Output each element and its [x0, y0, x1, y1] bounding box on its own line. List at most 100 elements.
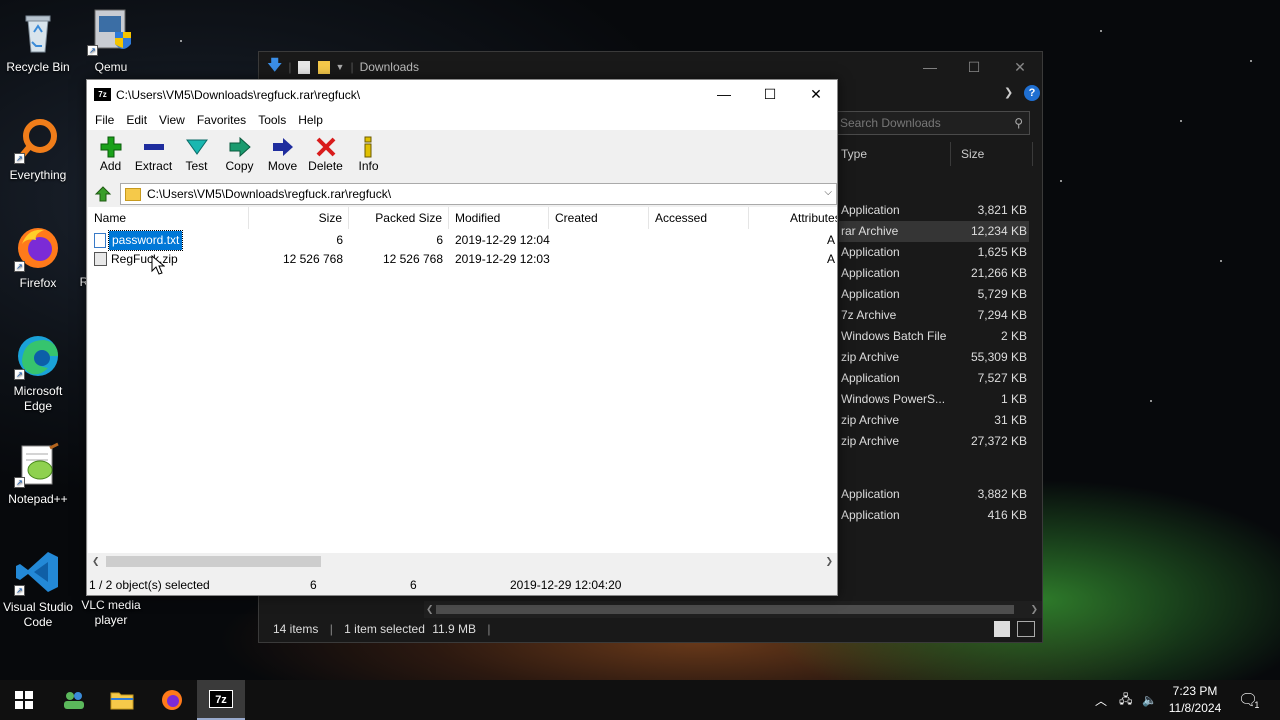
new-folder-icon[interactable]	[317, 60, 330, 74]
volume-muted-icon[interactable]: 🔈	[1142, 693, 1157, 707]
close-button[interactable]: ✕	[997, 52, 1043, 82]
explorer-file-row[interactable]: Application 21,266 KB	[839, 263, 1029, 284]
taskbar-clock[interactable]: 7:23 PM 11/8/2024	[1160, 683, 1230, 717]
desktop-icon-label: Qemu	[94, 60, 128, 74]
column-header-attributes[interactable]: Attributes	[784, 207, 837, 229]
column-header-type[interactable]: Type	[841, 142, 951, 166]
column-header-size[interactable]: Size	[961, 142, 1033, 166]
menu-favorites[interactable]: Favorites	[191, 113, 252, 127]
add-plus-icon	[89, 135, 132, 159]
taskbar-file-explorer[interactable]	[98, 680, 146, 720]
help-question-icon[interactable]: ?	[1024, 85, 1040, 101]
column-header-modified[interactable]: Modified	[449, 207, 549, 229]
maximize-button[interactable]: ☐	[747, 80, 793, 109]
explorer-file-row[interactable]: Application 7,527 KB	[839, 368, 1029, 389]
taskbar-7zip[interactable]: 7z	[197, 680, 245, 720]
desktop-icon-recycle-bin[interactable]: Recycle Bin	[0, 8, 76, 75]
scroll-left-arrow-icon[interactable]: ❮	[92, 553, 100, 570]
horizontal-scrollbar[interactable]: ❮ ❯	[88, 553, 837, 570]
desktop-icon-edge[interactable]: ↗ Microsoft Edge	[0, 332, 76, 414]
file-type: zip Archive	[841, 413, 900, 427]
copy-button[interactable]: Copy	[218, 130, 261, 181]
menu-file[interactable]: File	[89, 113, 120, 127]
minimize-button[interactable]: —	[701, 80, 747, 109]
desktop-icon-vlc[interactable]: VLC media player	[73, 598, 149, 628]
network-icon[interactable]: 🖧	[1119, 690, 1132, 711]
minimize-button[interactable]: —	[907, 52, 953, 82]
file-list[interactable]: Name Size Packed Size Modified Created A…	[88, 207, 837, 553]
file-size: 27,372 KB	[970, 434, 1027, 448]
scrollbar-thumb[interactable]	[106, 556, 321, 567]
address-input[interactable]: C:\Users\VM5\Downloads\regfuck.rar\regfu…	[119, 183, 837, 205]
explorer-file-row[interactable]: Windows Batch File 2 KB	[839, 326, 1029, 347]
file-row[interactable]: RegFuck.zip 12 526 768 12 526 768 2019-1…	[88, 250, 837, 269]
file-size: 7,527 KB	[977, 371, 1027, 385]
explorer-file-row[interactable]: zip Archive 31 KB	[839, 410, 1029, 431]
explorer-file-row[interactable]: Application 5,729 KB	[839, 284, 1029, 305]
qat-dropdown-icon[interactable]: ▼	[336, 62, 345, 72]
menu-view[interactable]: View	[153, 113, 191, 127]
search-icon: ⚲	[1014, 116, 1023, 130]
explorer-file-row[interactable]: Application 416 KB	[839, 505, 1029, 526]
column-header-created[interactable]: Created	[549, 207, 649, 229]
add-button[interactable]: Add	[89, 130, 132, 181]
test-check-icon	[175, 135, 218, 159]
file-attributes: A	[827, 233, 836, 247]
explorer-file-row[interactable]: 7z Archive 7,294 KB	[839, 305, 1029, 326]
explorer-file-row[interactable]: zip Archive 55,309 KB	[839, 347, 1029, 368]
taskbar-people[interactable]	[50, 680, 98, 720]
explorer-file-row[interactable]: Windows PowerS... 1 KB	[839, 389, 1029, 410]
address-dropdown-icon[interactable]: ⌵	[824, 187, 832, 198]
explorer-title: Downloads	[359, 60, 419, 74]
explorer-file-row[interactable]: Application 3,821 KB	[839, 200, 1029, 221]
file-modified: 2019-12-29 12:03	[455, 252, 550, 266]
file-type: Application	[841, 371, 900, 385]
up-folder-button[interactable]	[91, 183, 115, 205]
7zip-titlebar[interactable]: 7z C:\Users\VM5\Downloads\regfuck.rar\re…	[87, 80, 837, 109]
extract-button[interactable]: Extract	[132, 130, 175, 181]
explorer-file-row[interactable]: Application 1,625 KB	[839, 242, 1029, 263]
menu-tools[interactable]: Tools	[252, 113, 292, 127]
file-size: 3,821 KB	[977, 203, 1027, 217]
tray-overflow-chevron-icon[interactable]: ︿	[1095, 692, 1107, 709]
ribbon-expand-chevron-icon[interactable]: ❯	[1004, 86, 1013, 99]
move-button[interactable]: Move	[261, 130, 304, 181]
taskbar-firefox[interactable]	[148, 680, 196, 720]
explorer-file-row[interactable]: zip Archive 27,372 KB	[839, 431, 1029, 452]
explorer-file-row[interactable]: rar Archive 12,234 KB	[839, 221, 1029, 242]
properties-check-icon[interactable]	[297, 60, 310, 74]
desktop-icon-everything[interactable]: ↗ Everything	[0, 116, 76, 183]
details-view-button[interactable]	[994, 621, 1010, 637]
column-header-packed-size[interactable]: Packed Size	[349, 207, 449, 229]
close-button[interactable]: ✕	[793, 80, 839, 109]
shortcut-arrow-icon: ↗	[14, 585, 25, 596]
large-icons-view-button[interactable]	[1017, 621, 1035, 637]
desktop-icon-vscode[interactable]: ↗ Visual Studio Code	[0, 548, 76, 630]
scroll-right-arrow-icon[interactable]: ❯	[825, 553, 833, 570]
column-header-accessed[interactable]: Accessed	[649, 207, 749, 229]
file-packed-size: 6	[436, 233, 443, 247]
desktop-icon-label: Recycle Bin	[6, 60, 70, 74]
desktop-icon-label: Microsoft Edge	[13, 384, 63, 413]
start-button[interactable]	[0, 680, 48, 720]
desktop-icon-qemu[interactable]: ↗ Qemu	[73, 8, 149, 75]
delete-button[interactable]: Delete	[304, 130, 347, 181]
file-type: zip Archive	[841, 434, 900, 448]
explorer-file-row[interactable]: Application 3,882 KB	[839, 484, 1029, 505]
column-header-size[interactable]: Size	[249, 207, 349, 229]
column-header-name[interactable]: Name	[88, 207, 249, 229]
shortcut-arrow-icon: ↗	[14, 261, 25, 272]
notification-center-button[interactable]: 🗨 1	[1238, 680, 1259, 720]
menu-help[interactable]: Help	[292, 113, 329, 127]
info-button[interactable]: Info	[347, 130, 390, 181]
test-button[interactable]: Test	[175, 130, 218, 181]
7zip-window[interactable]: 7z C:\Users\VM5\Downloads\regfuck.rar\re…	[86, 79, 838, 596]
quick-access-down-arrow-icon[interactable]: 🡇	[267, 55, 282, 80]
scrollbar-thumb[interactable]	[436, 605, 1014, 614]
desktop-icon-notepadpp[interactable]: ↗ Notepad++	[0, 440, 76, 507]
file-row[interactable]: password.txt 6 6 2019-12-29 12:04 A	[88, 230, 837, 251]
maximize-button[interactable]: ☐	[951, 52, 997, 82]
menu-edit[interactable]: Edit	[120, 113, 153, 127]
search-input[interactable]: Search Downloads ⚲	[837, 111, 1030, 135]
shortcut-arrow-icon: ↗	[14, 369, 25, 380]
